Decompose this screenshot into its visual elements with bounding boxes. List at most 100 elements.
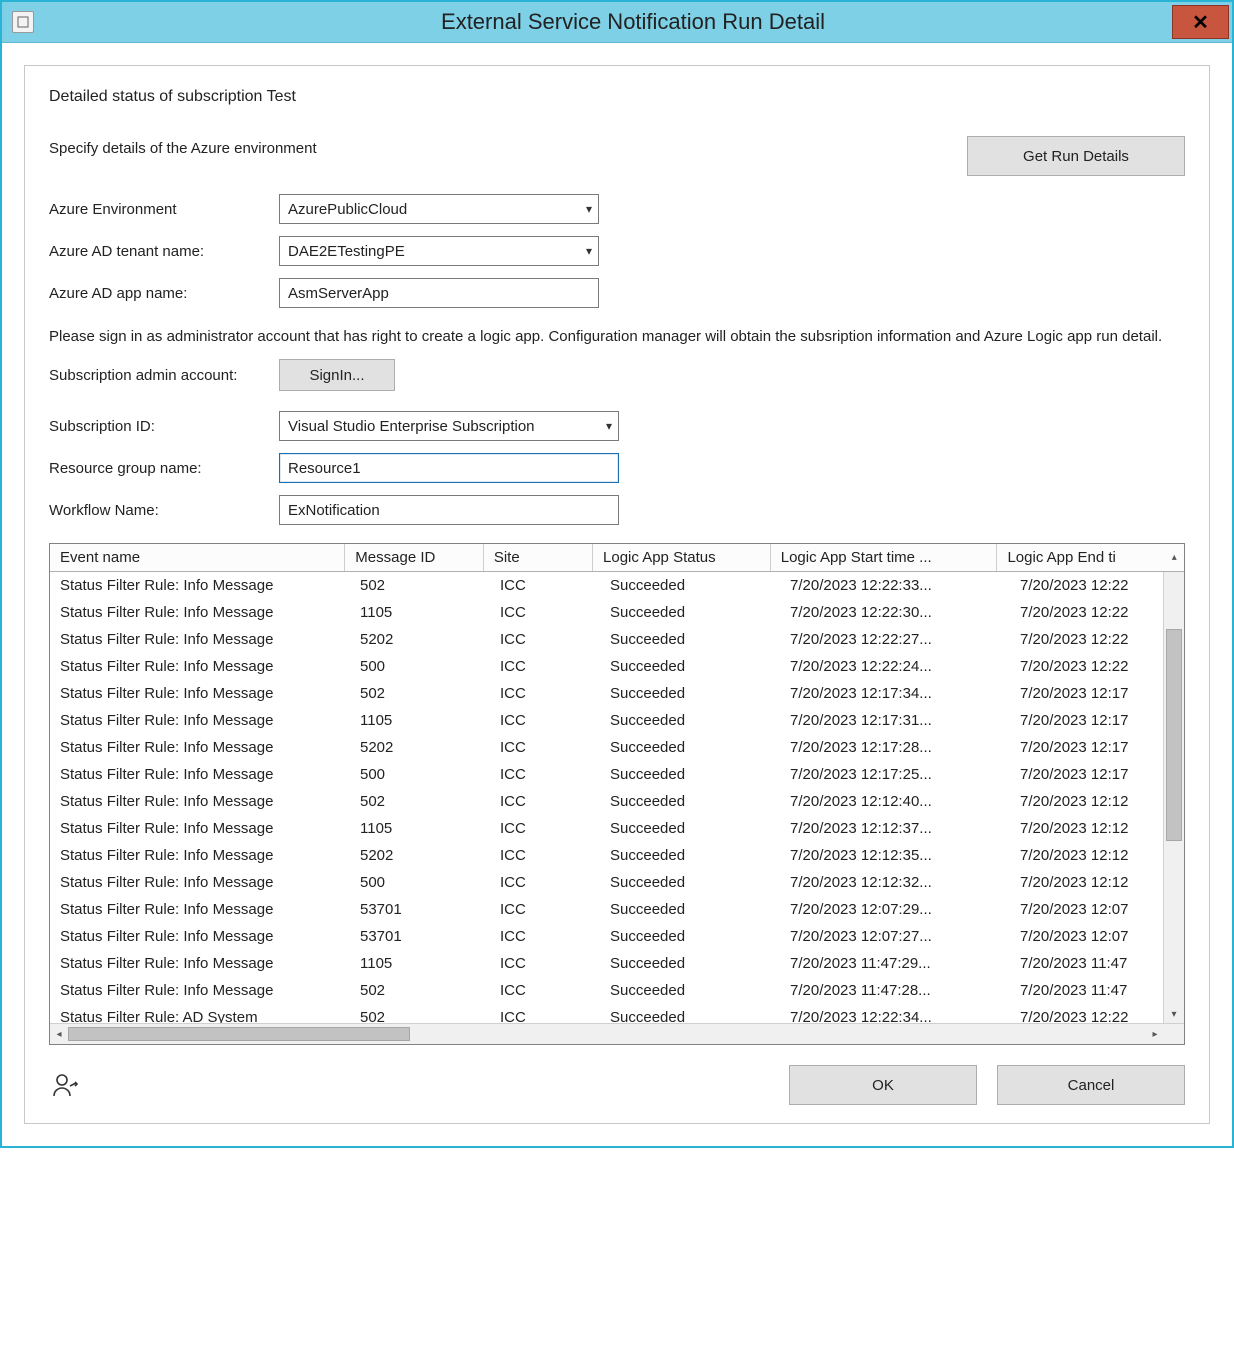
chevron-down-icon: ▾ <box>586 202 592 216</box>
cell-status: Succeeded <box>600 955 780 972</box>
azure-tenant-combo[interactable]: DAE2ETestingPE ▾ <box>279 236 599 266</box>
scroll-right-icon[interactable]: ▸ <box>1146 1025 1164 1043</box>
h-scrollbar-thumb[interactable] <box>68 1027 410 1041</box>
cell-end-time: 7/20/2023 12:17 <box>1010 739 1180 756</box>
resource-group-value: Resource1 <box>288 460 361 477</box>
cell-site: ICC <box>490 577 600 594</box>
run-detail-grid[interactable]: Event name Message ID Site Logic App Sta… <box>49 543 1185 1045</box>
cell-start-time: 7/20/2023 12:22:24... <box>780 658 1010 675</box>
horizontal-scrollbar[interactable]: ◂ ▸ <box>50 1023 1184 1044</box>
cell-site: ICC <box>490 820 600 837</box>
cell-message-id: 5202 <box>350 847 490 864</box>
h-scroll-track[interactable] <box>68 1027 1146 1041</box>
table-row[interactable]: Status Filter Rule: Info Message1105ICCS… <box>50 815 1184 842</box>
cell-message-id: 1105 <box>350 955 490 972</box>
table-row[interactable]: Status Filter Rule: Info Message5202ICCS… <box>50 734 1184 761</box>
cell-start-time: 7/20/2023 12:12:37... <box>780 820 1010 837</box>
column-header-site[interactable]: Site <box>484 544 593 571</box>
resource-group-field[interactable]: Resource1 <box>279 453 619 483</box>
table-row[interactable]: Status Filter Rule: Info Message1105ICCS… <box>50 707 1184 734</box>
cell-event: Status Filter Rule: Info Message <box>50 631 350 648</box>
signin-button[interactable]: SignIn... <box>279 359 395 391</box>
table-row[interactable]: Status Filter Rule: Info Message1105ICCS… <box>50 599 1184 626</box>
cell-start-time: 7/20/2023 12:07:29... <box>780 901 1010 918</box>
cell-end-time: 7/20/2023 12:22 <box>1010 577 1180 594</box>
table-row[interactable]: Status Filter Rule: Info Message1105ICCS… <box>50 950 1184 977</box>
cell-site: ICC <box>490 712 600 729</box>
ok-button[interactable]: OK <box>789 1065 977 1105</box>
cell-site: ICC <box>490 901 600 918</box>
subscription-id-combo[interactable]: Visual Studio Enterprise Subscription ▾ <box>279 411 619 441</box>
cell-event: Status Filter Rule: Info Message <box>50 982 350 999</box>
workflow-name-field[interactable]: ExNotification <box>279 495 619 525</box>
grid-body: Status Filter Rule: Info Message502ICCSu… <box>50 572 1184 1023</box>
column-header-event[interactable]: Event name <box>50 544 345 571</box>
table-row[interactable]: Status Filter Rule: Info Message502ICCSu… <box>50 572 1184 599</box>
cell-event: Status Filter Rule: Info Message <box>50 766 350 783</box>
cell-site: ICC <box>490 739 600 756</box>
table-row[interactable]: Status Filter Rule: Info Message53701ICC… <box>50 896 1184 923</box>
cell-start-time: 7/20/2023 12:12:40... <box>780 793 1010 810</box>
cell-event: Status Filter Rule: Info Message <box>50 793 350 810</box>
cell-start-time: 7/20/2023 12:17:28... <box>780 739 1010 756</box>
azure-app-name-field[interactable]: AsmServerApp <box>279 278 599 308</box>
specify-label: Specify details of the Azure environment <box>49 136 967 157</box>
column-header-start-time[interactable]: Logic App Start time ... <box>771 544 998 571</box>
column-header-message-id[interactable]: Message ID <box>345 544 484 571</box>
cell-message-id: 5202 <box>350 631 490 648</box>
grid-header: Event name Message ID Site Logic App Sta… <box>50 544 1184 572</box>
cell-end-time: 7/20/2023 12:07 <box>1010 928 1180 945</box>
cell-event: Status Filter Rule: Info Message <box>50 712 350 729</box>
cell-status: Succeeded <box>600 820 780 837</box>
cell-event: Status Filter Rule: Info Message <box>50 874 350 891</box>
table-row[interactable]: Status Filter Rule: Info Message502ICCSu… <box>50 788 1184 815</box>
table-row[interactable]: Status Filter Rule: Info Message502ICCSu… <box>50 977 1184 1004</box>
azure-environment-combo[interactable]: AzurePublicCloud ▾ <box>279 194 599 224</box>
cell-message-id: 500 <box>350 874 490 891</box>
cell-end-time: 7/20/2023 12:17 <box>1010 712 1180 729</box>
cell-event: Status Filter Rule: Info Message <box>50 577 350 594</box>
column-header-end-time[interactable]: Logic App End ti <box>997 544 1164 571</box>
cancel-button[interactable]: Cancel <box>997 1065 1185 1105</box>
vertical-scrollbar[interactable]: ▾ <box>1163 572 1184 1023</box>
cell-status: Succeeded <box>600 982 780 999</box>
chevron-down-icon: ▾ <box>586 244 592 258</box>
cell-start-time: 7/20/2023 12:22:30... <box>780 604 1010 621</box>
cell-message-id: 502 <box>350 982 490 999</box>
azure-app-label: Azure AD app name: <box>49 285 279 302</box>
table-row[interactable]: Status Filter Rule: Info Message502ICCSu… <box>50 680 1184 707</box>
cell-start-time: 7/20/2023 12:17:34... <box>780 685 1010 702</box>
cell-start-time: 7/20/2023 12:17:31... <box>780 712 1010 729</box>
cell-message-id: 502 <box>350 793 490 810</box>
cell-end-time: 7/20/2023 12:22 <box>1010 1009 1180 1023</box>
table-row[interactable]: Status Filter Rule: Info Message5202ICCS… <box>50 626 1184 653</box>
resource-group-label: Resource group name: <box>49 460 279 477</box>
cell-status: Succeeded <box>600 604 780 621</box>
table-row[interactable]: Status Filter Rule: AD System502ICCSucce… <box>50 1004 1184 1023</box>
cell-event: Status Filter Rule: Info Message <box>50 604 350 621</box>
table-row[interactable]: Status Filter Rule: Info Message500ICCSu… <box>50 761 1184 788</box>
scroll-down-icon[interactable]: ▾ <box>1165 1005 1183 1023</box>
column-header-status[interactable]: Logic App Status <box>593 544 771 571</box>
cell-site: ICC <box>490 847 600 864</box>
scroll-left-icon[interactable]: ◂ <box>50 1025 68 1043</box>
person-icon <box>51 1071 79 1099</box>
scroll-up-icon[interactable]: ▴ <box>1172 552 1177 563</box>
scrollbar-thumb[interactable] <box>1166 629 1182 841</box>
cell-site: ICC <box>490 793 600 810</box>
get-run-details-button[interactable]: Get Run Details <box>967 136 1185 176</box>
cell-end-time: 7/20/2023 12:22 <box>1010 658 1180 675</box>
table-row[interactable]: Status Filter Rule: Info Message500ICCSu… <box>50 869 1184 896</box>
cell-event: Status Filter Rule: Info Message <box>50 685 350 702</box>
cell-status: Succeeded <box>600 1009 780 1023</box>
cell-start-time: 7/20/2023 11:47:29... <box>780 955 1010 972</box>
close-button[interactable]: ✕ <box>1172 5 1229 39</box>
table-row[interactable]: Status Filter Rule: Info Message5202ICCS… <box>50 842 1184 869</box>
cell-site: ICC <box>490 766 600 783</box>
cell-start-time: 7/20/2023 12:22:33... <box>780 577 1010 594</box>
table-row[interactable]: Status Filter Rule: Info Message53701ICC… <box>50 923 1184 950</box>
cell-start-time: 7/20/2023 12:12:32... <box>780 874 1010 891</box>
table-row[interactable]: Status Filter Rule: Info Message500ICCSu… <box>50 653 1184 680</box>
cell-event: Status Filter Rule: Info Message <box>50 955 350 972</box>
cell-start-time: 7/20/2023 12:17:25... <box>780 766 1010 783</box>
